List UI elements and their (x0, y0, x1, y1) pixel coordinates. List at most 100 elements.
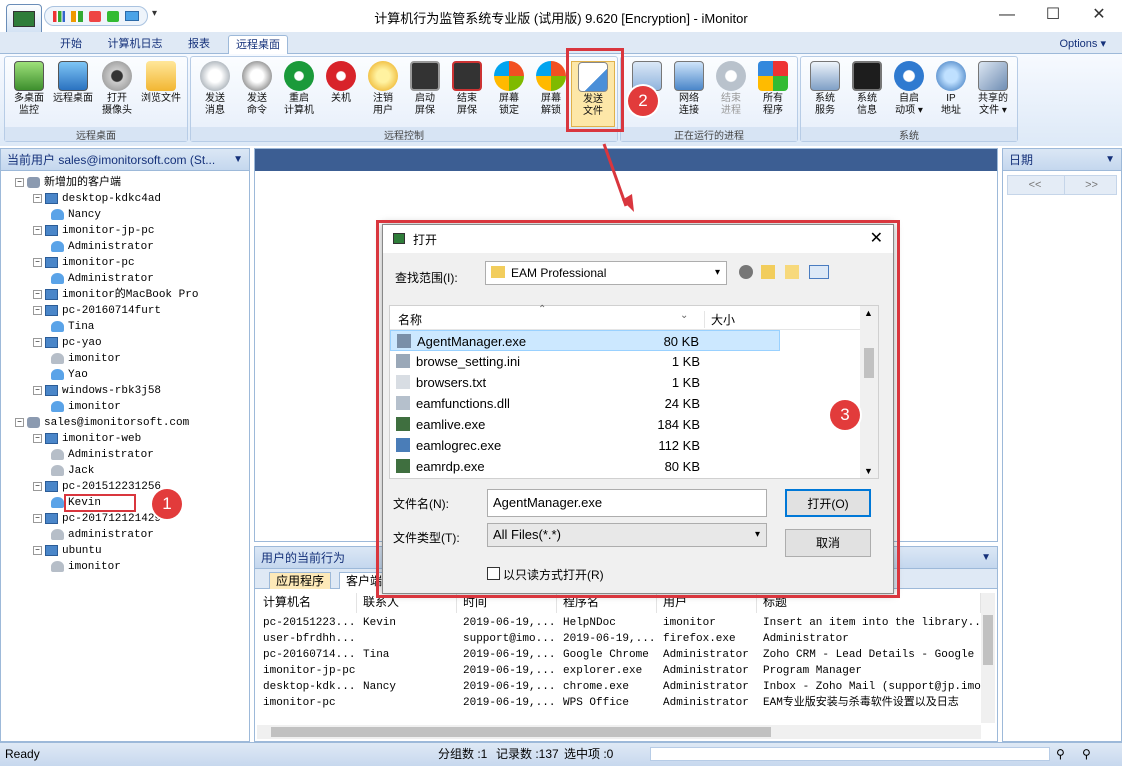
expand-icon[interactable]: − (33, 545, 42, 555)
status-search-input[interactable] (650, 747, 1050, 761)
table-cell[interactable]: imonitor (657, 615, 757, 631)
zoom-out-icon[interactable]: ⚲ (1056, 743, 1065, 765)
end-process-button[interactable]: 结束 进程 (709, 61, 753, 117)
table-cell[interactable]: WPS Office (557, 695, 657, 711)
table-cell[interactable]: 2019-06-19,... (457, 647, 557, 663)
tree-node[interactable]: − pc-201512231256 (33, 479, 161, 495)
send-message-button[interactable]: 发送 消息 (193, 61, 237, 117)
tree-node[interactable]: − pc-20160714furt (33, 303, 161, 319)
table-icon[interactable] (107, 11, 119, 22)
chart-icon[interactable] (53, 11, 65, 22)
horizontal-scrollbar[interactable] (257, 725, 981, 739)
table-cell[interactable]: 2019-06-19,... (457, 679, 557, 695)
tree-node[interactable]: − 新增加的客户端 (15, 175, 121, 191)
shared-files-button[interactable]: 共享的 文件 ▾ (971, 61, 1015, 117)
tree-node[interactable]: − desktop-kdkc4ad (33, 191, 161, 207)
tree-node[interactable]: − imonitor-pc (33, 255, 135, 271)
expand-icon[interactable]: − (33, 433, 42, 443)
table-cell[interactable]: chrome.exe (557, 679, 657, 695)
column-header[interactable]: 计算机名 (257, 593, 357, 613)
tree-node[interactable]: − ubuntu (33, 543, 102, 559)
table-cell[interactable]: Kevin (357, 615, 457, 631)
table-cell[interactable] (357, 663, 457, 679)
open-camera-button[interactable]: 打开 摄像头 (95, 61, 139, 117)
tree-node[interactable]: imonitor (51, 351, 121, 367)
table-cell[interactable]: pc-20160714... (257, 647, 357, 663)
tree-node[interactable]: − sales@imonitorsoft.com (15, 415, 189, 431)
options-menu[interactable]: Options ▾ (1036, 35, 1107, 54)
table-cell[interactable]: desktop-kdk... (257, 679, 357, 695)
table-cell[interactable]: Inbox - Zoho Mail (support@jp.imonit (757, 679, 981, 695)
table-cell[interactable]: firefox.exe (657, 631, 757, 647)
shutdown-button[interactable]: 关机 (319, 61, 363, 105)
tree-node[interactable]: Tina (51, 319, 94, 335)
dropdown-icon[interactable]: ▼ (1105, 149, 1115, 171)
table-cell[interactable]: Administrator (657, 695, 757, 711)
dropdown-icon[interactable]: ▼ (981, 547, 991, 569)
logoff-user-button[interactable]: 注销 用户 (361, 61, 405, 117)
table-cell[interactable]: 2019-06-19,... (457, 615, 557, 631)
table-cell[interactable]: Google Chrome (557, 647, 657, 663)
expand-icon[interactable]: − (33, 337, 42, 347)
tab-applications[interactable]: 应用程序 (269, 572, 332, 589)
expand-icon[interactable]: − (33, 257, 42, 267)
table-cell[interactable]: Administrator (657, 679, 757, 695)
table-cell[interactable]: explorer.exe (557, 663, 657, 679)
tree-node[interactable]: Administrator (51, 271, 154, 287)
table-cell[interactable]: Nancy (357, 679, 457, 695)
qat-dropdown-icon[interactable]: ▾ (152, 8, 157, 19)
all-programs-button[interactable]: 所有 程序 (751, 61, 795, 117)
table-cell[interactable]: Zoho CRM - Lead Details - Google Chr (757, 647, 981, 663)
table-cell[interactable]: Tina (357, 647, 457, 663)
tab-computer-log[interactable]: 计算机日志 (100, 35, 170, 54)
system-info-button[interactable]: 系统 信息 (845, 61, 889, 117)
tab-start[interactable]: 开始 (50, 35, 92, 54)
close-window-button[interactable]: ✕ (1076, 2, 1122, 30)
startup-items-button[interactable]: 自启 动项 ▾ (887, 61, 931, 117)
quick-access-toolbar[interactable] (44, 6, 148, 26)
table-cell[interactable] (357, 695, 457, 711)
tab-remote-desktop[interactable]: 远程桌面 (228, 35, 288, 54)
send-command-button[interactable]: 发送 命令 (235, 61, 279, 117)
remote-desktop-button[interactable]: 远程桌面 (51, 61, 95, 105)
table-cell[interactable]: Administrator (657, 663, 757, 679)
table-cell[interactable]: HelpNDoc (557, 615, 657, 631)
tab-reports[interactable]: 报表 (176, 35, 222, 54)
tree-node[interactable]: − pc-201712121429 (33, 511, 161, 527)
browse-files-button[interactable]: 浏览文件 (139, 61, 183, 105)
expand-icon[interactable]: − (33, 225, 42, 235)
tree-node[interactable]: − imonitor-web (33, 431, 141, 447)
zoom-in-icon[interactable]: ⚲ (1082, 743, 1091, 765)
tree-node[interactable]: Administrator (51, 239, 154, 255)
table-cell[interactable]: Administrator (757, 631, 981, 647)
expand-icon[interactable]: − (33, 193, 42, 203)
monitor-icon[interactable] (125, 11, 139, 21)
network-connections-button[interactable]: 网络 连接 (667, 61, 711, 117)
expand-icon[interactable]: − (33, 385, 42, 395)
tree-node[interactable]: Yao (51, 367, 88, 383)
bar-chart-icon[interactable] (71, 11, 83, 22)
multi-desktop-monitor-button[interactable]: 多桌面 监控 (7, 61, 51, 117)
tree-node[interactable]: Jack (51, 463, 94, 479)
expand-icon[interactable]: − (33, 481, 42, 491)
date-prev-button[interactable]: << (1008, 176, 1062, 194)
tree-node[interactable]: Administrator (51, 447, 154, 463)
tree-node[interactable]: imonitor (51, 559, 121, 575)
vertical-scrollbar[interactable] (981, 593, 995, 723)
system-services-button[interactable]: 系统 服务 (803, 61, 847, 117)
expand-icon[interactable]: − (33, 289, 42, 299)
table-cell[interactable]: 2019-06-19,... (557, 631, 657, 647)
expand-icon[interactable]: − (33, 513, 42, 523)
tree-node[interactable]: administrator (51, 527, 154, 543)
table-cell[interactable]: Administrator (657, 647, 757, 663)
table-cell[interactable]: imonitor-jp-pc (257, 663, 357, 679)
lock-screen-button[interactable]: 屏幕 锁定 (487, 61, 531, 117)
table-cell[interactable]: imonitor-pc (257, 695, 357, 711)
tree-node[interactable]: Nancy (51, 207, 101, 223)
table-cell[interactable]: support@imo... (457, 631, 557, 647)
ip-address-button[interactable]: IP 地址 (929, 61, 973, 117)
restart-computer-button[interactable]: 重启 计算机 (277, 61, 321, 117)
table-cell[interactable]: user-bfrdhh... (257, 631, 357, 647)
tree-node[interactable]: − windows-rbk3j58 (33, 383, 161, 399)
table-cell[interactable] (357, 631, 457, 647)
